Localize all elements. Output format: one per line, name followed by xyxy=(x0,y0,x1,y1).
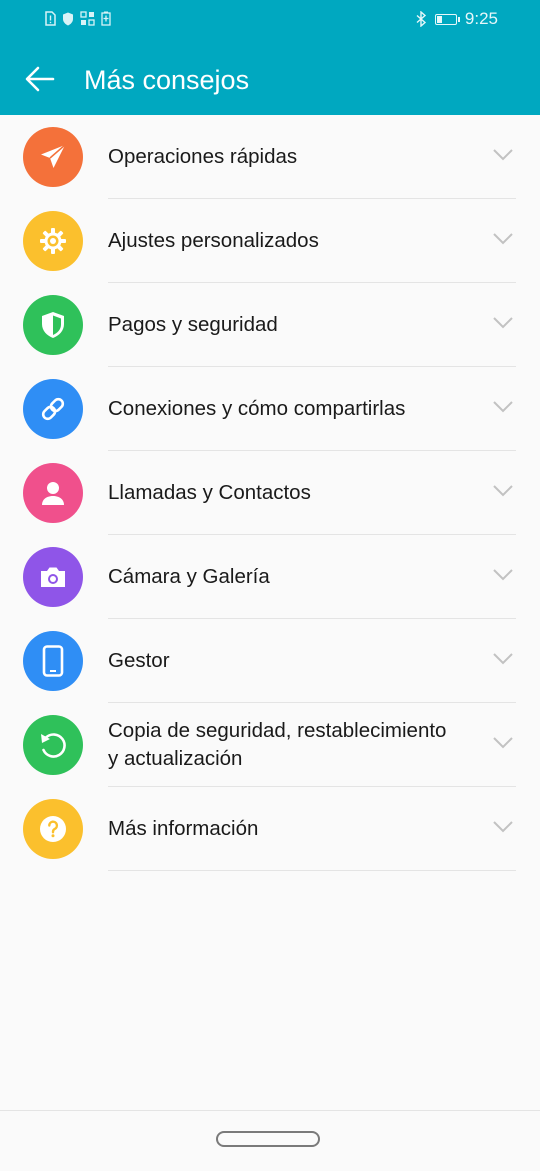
toolbar: Más consejos xyxy=(0,42,540,115)
list-item-operaciones-rapidas[interactable]: Operaciones rápidas xyxy=(0,115,540,199)
item-label: Más información xyxy=(108,817,259,840)
list-item-llamadas-y-contactos[interactable]: Llamadas y Contactos xyxy=(0,451,540,535)
sim-alert-icon xyxy=(45,11,56,26)
item-icon-badge xyxy=(23,295,83,355)
item-icon-badge xyxy=(23,463,83,523)
chevron-down-icon xyxy=(493,485,513,497)
list-item-conexiones[interactable]: Conexiones y cómo compartirlas xyxy=(0,367,540,451)
status-right-icons: 9:25 xyxy=(416,9,498,29)
status-time: 9:25 xyxy=(464,9,498,28)
chevron-down-icon xyxy=(493,401,513,413)
gear-icon xyxy=(40,228,66,254)
arrow-left-icon xyxy=(25,66,55,92)
item-label: Gestor xyxy=(108,649,170,672)
item-label: Ajustes personalizados xyxy=(108,229,319,252)
list-item-ajustes-personalizados[interactable]: Ajustes personalizados xyxy=(0,199,540,283)
list-item-mas-informacion[interactable]: Más información xyxy=(0,787,540,871)
shield-icon xyxy=(42,312,64,338)
divider xyxy=(108,870,516,871)
item-label: Conexiones y cómo compartirlas xyxy=(108,397,406,420)
item-label: Copia de seguridad, restablecimiento y a… xyxy=(108,719,447,770)
home-gesture-bar[interactable] xyxy=(216,1131,320,1147)
item-label: Llamadas y Contactos xyxy=(108,481,311,504)
chevron-down-icon xyxy=(493,233,513,245)
item-label: Operaciones rápidas xyxy=(108,145,298,168)
tips-list: Operaciones rápidas Ajustes personalizad… xyxy=(0,115,540,871)
refresh-icon xyxy=(41,733,66,758)
chevron-down-icon xyxy=(493,569,513,581)
chevron-down-icon xyxy=(493,653,513,665)
shield-icon xyxy=(63,12,73,25)
list-item-copia-de-seguridad[interactable]: Copia de seguridad, restablecimiento y a… xyxy=(0,703,540,787)
item-icon-badge xyxy=(23,715,83,775)
list-item-camara-y-galeria[interactable]: Cámara y Galería xyxy=(0,535,540,619)
item-icon-badge xyxy=(23,631,83,691)
navigation-bar xyxy=(0,1110,540,1171)
list-item-pagos-y-seguridad[interactable]: Pagos y seguridad xyxy=(0,283,540,367)
question-icon xyxy=(40,816,66,842)
item-label: Pagos y seguridad xyxy=(108,313,278,336)
battery-icon xyxy=(434,13,460,25)
item-icon-badge xyxy=(23,127,83,187)
bluetooth-icon xyxy=(416,11,426,27)
apps-icon xyxy=(80,11,95,26)
chevron-down-icon xyxy=(493,821,513,833)
chevron-down-icon xyxy=(493,737,513,749)
item-label: Cámara y Galería xyxy=(108,565,270,588)
list-item-gestor[interactable]: Gestor xyxy=(0,619,540,703)
item-icon-badge xyxy=(23,379,83,439)
link-icon xyxy=(41,397,65,421)
status-bar: 9:25 xyxy=(0,0,540,42)
item-icon-badge xyxy=(23,211,83,271)
item-icon-badge xyxy=(23,547,83,607)
person-icon xyxy=(42,482,64,505)
chevron-down-icon xyxy=(493,317,513,329)
paper-plane-icon xyxy=(41,144,66,168)
back-button[interactable] xyxy=(20,59,60,99)
chevron-down-icon xyxy=(493,149,513,161)
phone-icon xyxy=(42,645,64,677)
battery-saver-icon xyxy=(101,11,111,26)
app-header: 9:25 Más consejos xyxy=(0,0,540,115)
status-left-icons xyxy=(44,11,111,26)
camera-icon xyxy=(41,567,65,587)
item-icon-badge xyxy=(23,799,83,859)
page-title: Más consejos xyxy=(84,65,250,95)
